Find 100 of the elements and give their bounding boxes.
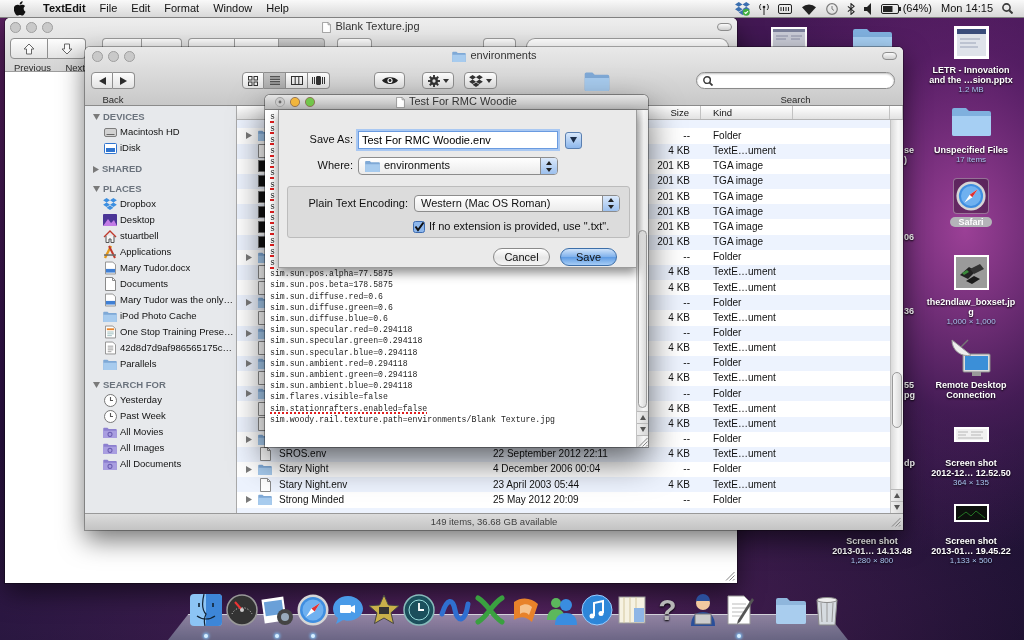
scroll-thumb[interactable]	[892, 372, 902, 428]
sidebar-item[interactable]: Macintosh HD	[85, 124, 236, 140]
app-menu[interactable]: TextEdit	[36, 2, 93, 15]
disclosure-triangle-icon[interactable]	[246, 329, 252, 337]
icon-label[interactable]: Screen shot 2013-01… 19.45.22	[931, 536, 1011, 556]
scroll-down-button[interactable]	[637, 423, 648, 435]
toolbar-button[interactable]	[483, 38, 516, 47]
icon-label[interactable]: 36	[904, 306, 914, 316]
slide-thumbnail-icon[interactable]	[953, 26, 989, 59]
disclosure-triangle-icon[interactable]	[246, 299, 252, 307]
expand-button[interactable]	[565, 131, 582, 149]
toolbar-segment[interactable]	[102, 38, 142, 47]
scroll-thumb[interactable]	[638, 230, 647, 408]
sidebar-item[interactable]: Dropbox	[85, 196, 236, 212]
speaker-icon[interactable]	[863, 2, 872, 15]
music-note-icon[interactable]	[580, 594, 613, 626]
icon-label[interactable]: 06	[904, 232, 914, 242]
next-button[interactable]	[48, 38, 86, 59]
photos-camera-icon[interactable]	[261, 594, 293, 626]
previous-button[interactable]	[10, 38, 48, 59]
dropbox-button[interactable]	[464, 72, 497, 89]
menu-item[interactable]: Edit	[124, 2, 158, 15]
compass-icon[interactable]	[953, 178, 989, 214]
folder-icon[interactable]	[951, 106, 991, 136]
star-icon[interactable]	[367, 594, 400, 626]
gauge-icon[interactable]	[225, 594, 258, 626]
sidebar-item[interactable]: stuartbell	[85, 228, 236, 244]
toolbar-button[interactable]	[337, 38, 372, 47]
disclosure-triangle-icon[interactable]	[93, 186, 100, 192]
disclosure-triangle-icon[interactable]	[246, 465, 252, 473]
icon-label[interactable]: Unspecified Files	[934, 145, 1008, 155]
icon-label[interactable]: LETR - Innovation and the …sion.pptx	[929, 65, 1013, 85]
view-mode-button[interactable]	[242, 72, 264, 89]
back-button[interactable]	[91, 72, 113, 89]
icon-label[interactable]: dp	[904, 458, 915, 468]
disclosure-triangle-icon[interactable]	[93, 165, 99, 173]
search-icon[interactable]	[1002, 3, 1013, 14]
view-mode-button[interactable]	[286, 72, 308, 89]
menu-item[interactable]: Format	[157, 2, 207, 15]
toolbar-segment[interactable]	[279, 38, 325, 47]
sidebar-item[interactable]: iDisk	[85, 140, 236, 156]
menu-item[interactable]: File	[92, 2, 125, 15]
sidebar-item[interactable]: Parallels	[85, 356, 236, 372]
screenshot-thumbnail-icon[interactable]	[771, 27, 807, 47]
sidebar-item[interactable]: 42d8d7d9af986565175c…	[85, 340, 236, 356]
toolbar-segment[interactable]	[235, 38, 279, 47]
screenshot-thumbnail-icon[interactable]	[953, 427, 989, 442]
search-field[interactable]	[526, 38, 729, 47]
bluetooth-icon[interactable]	[846, 2, 855, 15]
search-field[interactable]	[696, 72, 895, 89]
scrollbar[interactable]	[636, 110, 648, 447]
menu-item[interactable]: Help	[259, 2, 296, 15]
disclosure-triangle-icon[interactable]	[246, 359, 252, 367]
sidebar-item[interactable]: Mary Tudor.docx	[85, 260, 236, 276]
clock-icon[interactable]	[403, 594, 435, 626]
sidebar-item[interactable]: All Documents	[85, 456, 236, 472]
disclosure-triangle-icon[interactable]	[93, 382, 100, 388]
toolbar-segment[interactable]	[188, 38, 235, 47]
folder-popup[interactable]: environments	[358, 157, 558, 175]
compass-icon[interactable]	[296, 594, 329, 626]
disclosure-triangle-icon[interactable]	[246, 435, 252, 443]
sidebar-item[interactable]: Documents	[85, 276, 236, 292]
checkbox[interactable]	[413, 220, 425, 233]
menu-item[interactable]: Window	[206, 2, 260, 15]
sidebar-item[interactable]: Past Week	[85, 408, 236, 424]
dialog-button[interactable]: Cancel	[493, 248, 550, 266]
column-header[interactable]: Kind	[701, 106, 793, 119]
apple-icon[interactable]	[14, 1, 26, 16]
icon-label[interactable]: 55 pg	[904, 380, 915, 400]
face-tile-icon[interactable]	[190, 594, 222, 626]
scroll-up-button[interactable]	[637, 411, 648, 423]
icon-label[interactable]: Screen shot 2013-01… 14.13.48	[832, 536, 912, 556]
dish-monitor-icon[interactable]	[951, 337, 991, 377]
resize-grip-icon[interactable]	[891, 517, 901, 527]
sidebar-item[interactable]: Mary Tudor was the only…	[85, 292, 236, 308]
toolbar-segment[interactable]	[142, 38, 182, 47]
sidebar-item[interactable]: All Images	[85, 440, 236, 456]
disclosure-triangle-icon[interactable]	[246, 253, 252, 261]
disclosure-triangle-icon[interactable]	[246, 496, 252, 504]
icon-label[interactable]: the2ndlaw_boxset.jp g	[926, 297, 1016, 317]
video-chat-bubble-icon[interactable]	[332, 594, 364, 626]
scroll-down-button[interactable]	[891, 501, 903, 513]
diamonds-check-icon[interactable]	[734, 1, 750, 16]
icon-label[interactable]: se )	[904, 145, 914, 165]
view-mode-button[interactable]	[308, 72, 330, 89]
scrollbar[interactable]	[890, 120, 903, 513]
folder-icon[interactable]	[852, 27, 892, 47]
encoding-popup[interactable]: Western (Mac OS Roman)	[414, 195, 620, 212]
book-icon[interactable]	[616, 594, 648, 626]
photo-thumbnail-icon[interactable]	[953, 255, 989, 290]
toolbar-toggle-button[interactable]	[882, 52, 897, 60]
sidebar-item[interactable]: Applications	[85, 244, 236, 260]
icon-label[interactable]: Screen shot 2012-12… 12.52.50	[931, 458, 1011, 478]
scroll-up-button[interactable]	[891, 489, 903, 501]
toolbar-toggle-button[interactable]	[717, 23, 732, 31]
dialog-button[interactable]: Save	[560, 248, 617, 266]
minimize-button[interactable]	[290, 97, 300, 107]
disclosure-triangle-icon[interactable]	[246, 390, 252, 398]
close-button[interactable]	[275, 97, 285, 107]
screenshot-thumbnail-icon[interactable]	[953, 504, 989, 522]
